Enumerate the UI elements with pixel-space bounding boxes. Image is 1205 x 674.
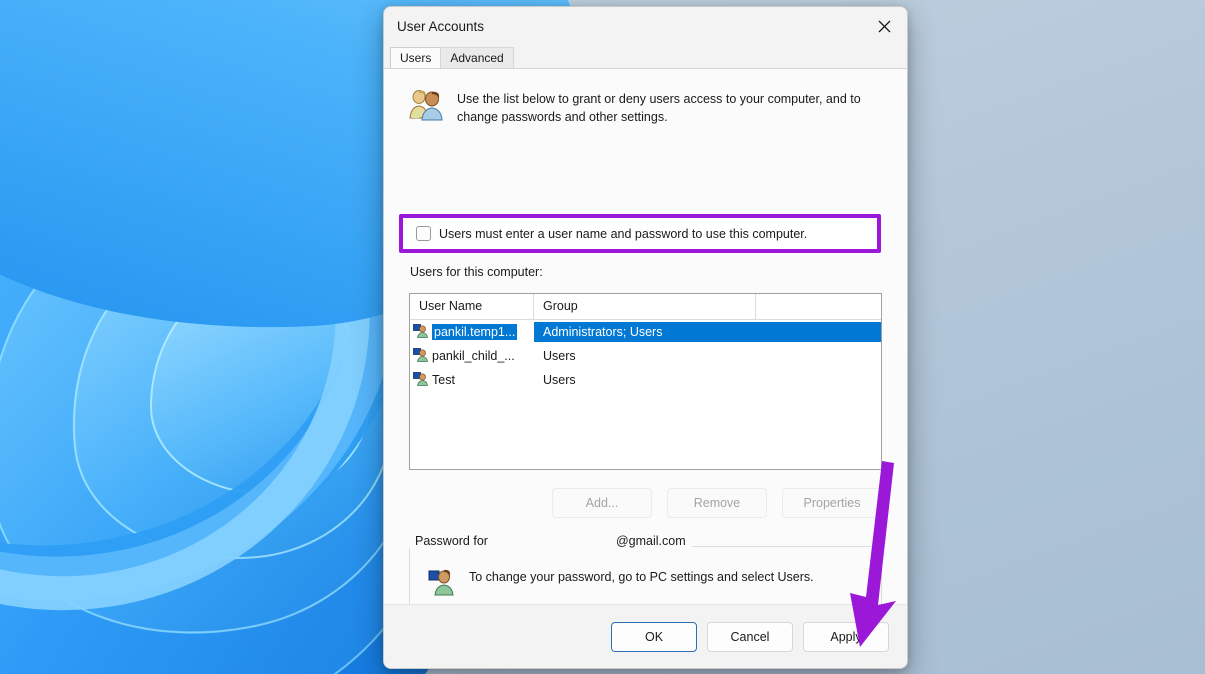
- properties-button-label: Properties: [803, 496, 861, 510]
- remove-button-label: Remove: [693, 496, 741, 510]
- password-for-label: Password for: [415, 534, 488, 548]
- row-user-name-cell: pankil.temp1...: [410, 323, 534, 341]
- user-password-icon: [428, 568, 456, 599]
- add-button-label: Add...: [585, 496, 619, 510]
- cancel-button[interactable]: Cancel: [707, 621, 793, 652]
- tab-strip: Users Advanced: [390, 46, 907, 68]
- cancel-button-label: Cancel: [730, 629, 770, 644]
- dialog-title: User Accounts: [397, 19, 485, 34]
- tab-advanced[interactable]: Advanced: [440, 47, 514, 68]
- row-user-name-text: Test: [432, 373, 455, 387]
- row-user-name-text: pankil_child_...: [432, 349, 515, 363]
- listview-header: User Name Group: [410, 294, 881, 320]
- users-group-icon: [408, 88, 444, 126]
- user-account-icon: [413, 323, 428, 341]
- row-group-text: Administrators; Users: [534, 322, 881, 342]
- column-header-blank[interactable]: [756, 294, 881, 319]
- users-tab-panel: Use the list below to grant or deny user…: [384, 68, 907, 668]
- password-account-label: @gmail.com: [615, 534, 686, 548]
- user-accounts-dialog: User Accounts Users Advanced Use the lis…: [383, 6, 908, 669]
- row-group-text: Users: [543, 373, 576, 387]
- table-row[interactable]: pankil.temp1... Administrators; Users: [410, 320, 881, 344]
- close-icon[interactable]: [861, 7, 907, 46]
- dialog-button-bar: OK Cancel Apply: [384, 604, 907, 668]
- dialog-titlebar: User Accounts: [384, 7, 907, 46]
- row-user-name-cell: Test: [410, 371, 534, 389]
- apply-button[interactable]: Apply: [803, 621, 889, 652]
- column-header-group[interactable]: Group: [534, 294, 756, 319]
- row-group-text: Users: [543, 349, 576, 363]
- ok-button-label: OK: [644, 629, 664, 644]
- tab-users[interactable]: Users: [390, 47, 442, 68]
- tab-advanced-label: Advanced: [450, 51, 504, 65]
- description-row: Use the list below to grant or deny user…: [384, 69, 907, 126]
- require-password-checkbox-highlight: Users must enter a user name and passwor…: [399, 214, 881, 253]
- add-button[interactable]: Add...: [552, 488, 652, 518]
- row-user-name-text: pankil.temp1...: [432, 324, 518, 340]
- password-groupbox-legend: Password for @gmail.com: [409, 534, 692, 548]
- tab-users-label: Users: [400, 51, 432, 65]
- require-password-checkbox[interactable]: [416, 226, 431, 241]
- table-row[interactable]: pankil_child_... Users: [410, 344, 881, 368]
- ok-button[interactable]: OK: [611, 621, 697, 652]
- description-text: Use the list below to grant or deny user…: [457, 92, 861, 124]
- password-body: To change your password, go to PC settin…: [410, 547, 881, 599]
- apply-button-label: Apply: [830, 629, 862, 644]
- user-action-buttons: Add... Remove Properties: [409, 488, 882, 518]
- properties-button[interactable]: Properties: [782, 488, 882, 518]
- require-password-checkbox-label: Users must enter a user name and passwor…: [439, 226, 808, 241]
- users-listview[interactable]: User Name Group pankil.temp1... Administ…: [409, 293, 882, 470]
- users-list-label: Users for this computer:: [410, 265, 543, 279]
- user-account-icon: [413, 347, 428, 365]
- column-header-user-name[interactable]: User Name: [410, 294, 534, 319]
- desktop-background: User Accounts Users Advanced Use the lis…: [0, 0, 1205, 674]
- row-user-name-cell: pankil_child_...: [410, 347, 534, 365]
- table-row[interactable]: Test Users: [410, 368, 881, 392]
- password-instruction-text: To change your password, go to PC settin…: [469, 570, 814, 584]
- remove-button[interactable]: Remove: [667, 488, 767, 518]
- user-account-icon: [413, 371, 428, 389]
